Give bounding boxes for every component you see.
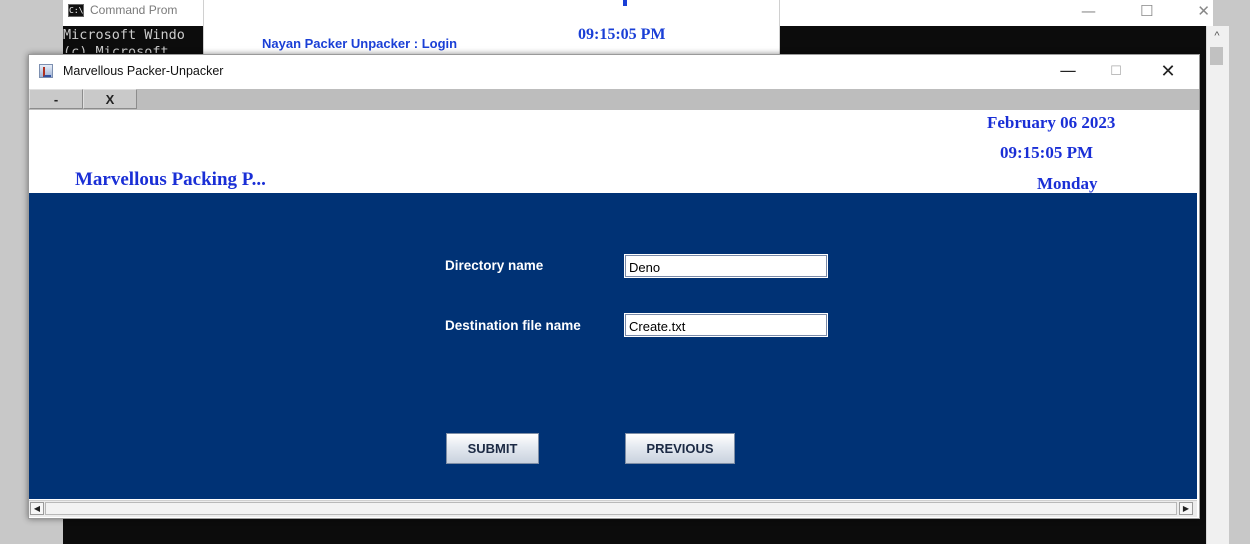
submit-button[interactable]: SUBMIT	[446, 433, 539, 464]
login-window-title: Nayan Packer Unpacker : Login	[262, 36, 458, 51]
main-window: Marvellous Packer-Unpacker — ☐ ✕ - X Mar…	[28, 54, 1200, 519]
command-prompt-scrollbar[interactable]	[1206, 26, 1229, 544]
command-prompt-title-text: Command Prom	[90, 3, 178, 17]
command-prompt-controls: — ☐ ✕	[1081, 2, 1210, 20]
day-label: Monday	[1037, 174, 1098, 193]
maximize-icon[interactable]: ☐	[1140, 2, 1153, 20]
horizontal-scrollbar[interactable]: ◀ ▶	[29, 500, 1197, 517]
menubar-close-button[interactable]: X	[83, 89, 137, 109]
header-panel: Marvellous Packing P... February 06 2023…	[29, 110, 1197, 193]
window-title: Marvellous Packer-Unpacker	[63, 64, 224, 78]
window-titlebar[interactable]: Marvellous Packer-Unpacker — ☐ ✕	[29, 55, 1199, 89]
login-window-time: 09:15:05 PM	[578, 26, 666, 43]
date-label: February 06 2023	[987, 113, 1116, 132]
cmd-line-2: (c) Microsoft	[63, 44, 169, 53]
form-panel: Directory name Destination file name SUB…	[29, 193, 1197, 499]
close-icon[interactable]: ✕	[1197, 2, 1210, 20]
horizontal-scroll-track[interactable]	[45, 502, 1177, 515]
scroll-right-icon[interactable]: ▶	[1179, 502, 1193, 515]
directory-name-input[interactable]	[624, 254, 828, 278]
window-close-button[interactable]: ✕	[1145, 55, 1191, 87]
scroll-thumb[interactable]	[1210, 47, 1223, 65]
java-app-icon	[39, 64, 53, 78]
page-heading: Marvellous Packing P...	[75, 169, 266, 190]
scroll-up-icon[interactable]: ^	[1210, 29, 1224, 43]
scroll-left-icon[interactable]: ◀	[30, 502, 44, 515]
destination-file-input[interactable]	[624, 313, 828, 337]
login-window-fragment	[623, 0, 627, 6]
window-minimize-button[interactable]: —	[1045, 55, 1091, 87]
window-maximize-button[interactable]: ☐	[1093, 55, 1139, 87]
menubar-minimize-button[interactable]: -	[29, 89, 83, 109]
directory-name-label: Directory name	[445, 258, 544, 273]
menubar: - X	[29, 89, 1199, 110]
terminal-icon: C:\	[68, 3, 84, 17]
destination-file-label: Destination file name	[445, 318, 581, 333]
time-label: 09:15:05 PM	[1000, 143, 1094, 162]
command-prompt-title: C:\ Command Prom	[68, 3, 177, 17]
previous-button[interactable]: PREVIOUS	[625, 433, 735, 464]
minimize-icon[interactable]: —	[1081, 2, 1096, 20]
command-prompt-output: Microsoft Windo (c) Microsoft	[63, 27, 203, 53]
cmd-line-1: Microsoft Windo	[63, 27, 185, 43]
